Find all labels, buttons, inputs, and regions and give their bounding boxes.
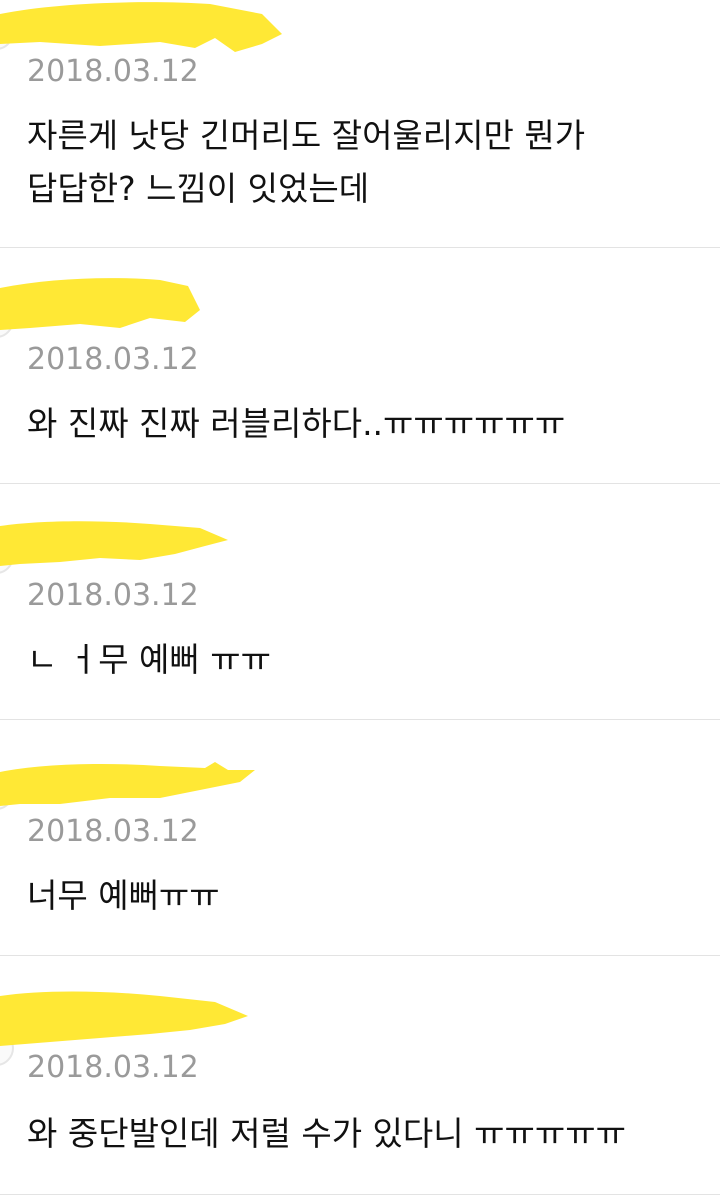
comment-date: 2018.03.12 <box>27 1050 199 1085</box>
redaction-highlight <box>0 278 200 330</box>
redaction-highlight <box>0 991 248 1046</box>
comment-item: 2018.03.12 자른게 낫당 긴머리도 잘어울리지만 뭔가 답답한? 느낌… <box>0 0 720 248</box>
redaction-highlight <box>0 762 255 806</box>
comment-text: ㄴ ㅓ무 예뻐 ㅠㅠ <box>27 640 271 679</box>
comment-item: 2018.03.12 와 진짜 진짜 러블리하다..ㅠㅠㅠㅠㅠㅠ <box>0 248 720 484</box>
comment-text: 와 진짜 진짜 러블리하다..ㅠㅠㅠㅠㅠㅠ <box>27 404 566 443</box>
comment-item: 2018.03.12 너무 예뻐ㅠㅠ <box>0 720 720 956</box>
redaction-highlight <box>0 521 228 566</box>
comment-text: 와 중단발인데 저럴 수가 있다니 ㅠㅠㅠㅠㅠ <box>27 1114 626 1153</box>
comment-text: 너무 예뻐ㅠㅠ <box>27 876 220 915</box>
comment-text: 자른게 낫당 긴머리도 잘어울리지만 뭔가 답답한? 느낌이 잇었는데 <box>27 116 586 208</box>
comment-date: 2018.03.12 <box>27 814 199 849</box>
comment-item: 2018.03.12 ㄴ ㅓ무 예뻐 ㅠㅠ <box>0 484 720 720</box>
comment-date: 2018.03.12 <box>27 342 199 377</box>
comment-date: 2018.03.12 <box>27 54 199 89</box>
comment-date: 2018.03.12 <box>27 578 199 613</box>
comment-item: 2018.03.12 와 중단발인데 저럴 수가 있다니 ㅠㅠㅠㅠㅠ <box>0 956 720 1195</box>
